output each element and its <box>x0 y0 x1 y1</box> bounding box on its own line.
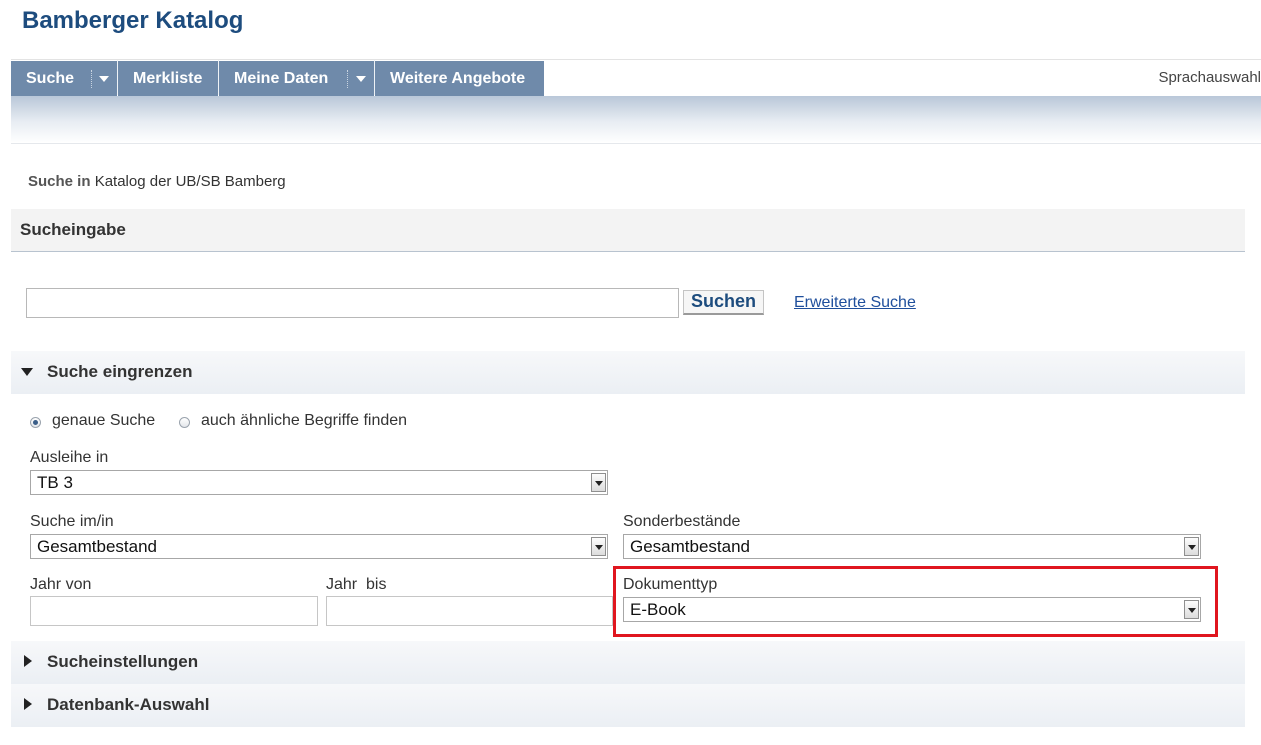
nav-item-merkliste[interactable]: Merkliste <box>118 61 218 96</box>
radio-exact-search-label: genaue Suche <box>52 412 156 429</box>
nav-item-suche[interactable]: Suche <box>11 61 117 96</box>
section-suche-eingrenzen[interactable]: Suche eingrenzen <box>11 351 1245 394</box>
special-holdings-label: Sonderbestände <box>623 513 741 530</box>
loan-select-value: TB 3 <box>37 473 73 492</box>
advanced-search-link[interactable]: Erweiterte Suche <box>794 294 916 312</box>
dropdown-arrow-icon[interactable] <box>591 473 606 492</box>
triangle-right-icon <box>24 655 32 667</box>
chevron-down-icon[interactable] <box>356 76 366 82</box>
chevron-down-icon[interactable] <box>99 76 109 82</box>
search-context-catalog: Katalog der UB/SB Bamberg <box>94 173 286 190</box>
section-datenbank-auswahl[interactable]: Datenbank-Auswahl <box>11 684 1245 727</box>
search-context-prefix: Suche in <box>28 173 91 190</box>
sub-navigation-band <box>11 96 1261 144</box>
triangle-right-icon <box>24 698 32 710</box>
section-sucheingabe-title: Sucheingabe <box>20 220 126 239</box>
nav-item-weitere-angebote-label: Weitere Angebote <box>390 70 526 87</box>
radio-exact-search[interactable] <box>30 417 41 428</box>
section-sucheingabe: Sucheingabe <box>11 209 1245 252</box>
main-navigation: Suche Merkliste Meine Daten Weitere Ange… <box>11 59 1261 96</box>
search-input[interactable] <box>26 288 679 318</box>
nav-item-meine-daten[interactable]: Meine Daten <box>219 61 374 96</box>
dropdown-arrow-icon[interactable] <box>1184 537 1199 556</box>
triangle-down-icon <box>21 368 33 376</box>
year-to-label: Jahr bis <box>326 576 387 593</box>
section-suche-eingrenzen-title: Suche eingrenzen <box>47 362 193 381</box>
nav-item-meine-daten-label: Meine Daten <box>234 70 329 87</box>
special-holdings-select[interactable]: Gesamtbestand <box>623 534 1201 559</box>
search-button[interactable]: Suchen <box>683 290 764 315</box>
loan-label: Ausleihe in <box>30 449 109 466</box>
section-sucheinstellungen-title: Sucheinstellungen <box>47 652 199 671</box>
search-context: Suche in Katalog der UB/SB Bamberg <box>28 173 286 190</box>
scope-select[interactable]: Gesamtbestand <box>30 534 608 559</box>
section-sucheinstellungen[interactable]: Sucheinstellungen <box>11 641 1245 684</box>
language-selector[interactable]: Sprachauswahl <box>1158 69 1261 86</box>
radio-similar-terms-label: auch ähnliche Begriffe finden <box>201 412 408 429</box>
site-title: Bamberger Katalog <box>22 7 244 34</box>
section-datenbank-auswahl-title: Datenbank-Auswahl <box>47 695 210 714</box>
scope-label: Suche im/in <box>30 513 114 530</box>
special-holdings-select-value: Gesamtbestand <box>630 537 751 556</box>
nav-item-merkliste-label: Merkliste <box>133 70 203 87</box>
year-to-input[interactable] <box>326 596 613 626</box>
loan-select[interactable]: TB 3 <box>30 470 608 495</box>
nav-item-weitere-angebote[interactable]: Weitere Angebote <box>375 61 544 96</box>
dropdown-arrow-icon[interactable] <box>591 537 606 556</box>
nav-item-suche-label: Suche <box>26 70 75 87</box>
year-from-input[interactable] <box>30 596 318 626</box>
scope-select-value: Gesamtbestand <box>37 537 158 556</box>
year-from-label: Jahr von <box>30 576 92 593</box>
highlight-box <box>613 566 1218 637</box>
radio-similar-terms[interactable] <box>179 417 190 428</box>
